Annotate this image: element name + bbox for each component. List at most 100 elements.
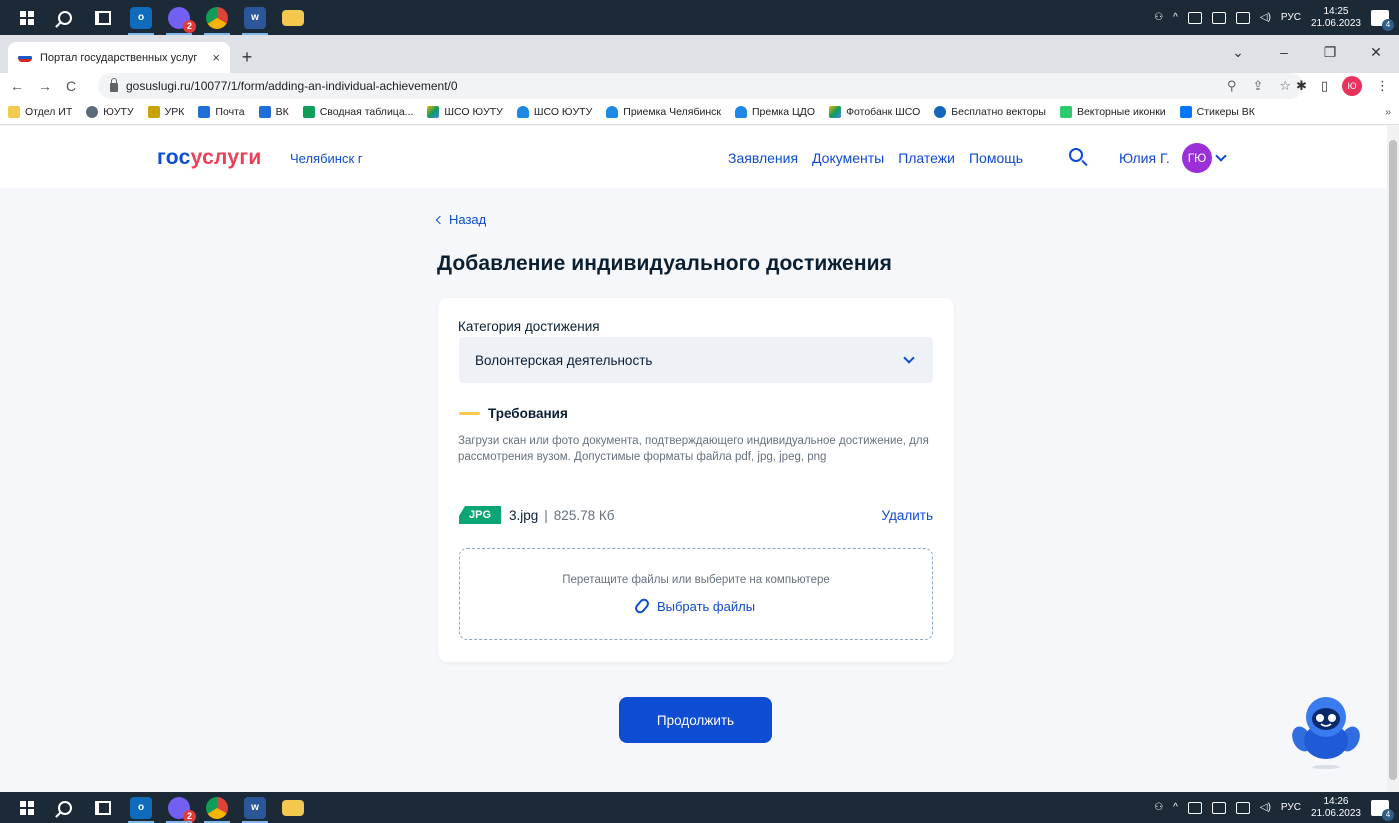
nav-documents[interactable]: Документы [812, 150, 884, 166]
browser-menu-icon[interactable]: ⋮ [1376, 78, 1389, 94]
taskbar-explorer[interactable] [274, 0, 312, 35]
bookmark-label: УРК [164, 105, 185, 118]
bookmarks-more-button[interactable]: » [1385, 106, 1391, 118]
bookmark-label: ЮУТУ [103, 105, 134, 118]
delete-file-link[interactable]: Удалить [881, 508, 933, 523]
requirements-accent-line [459, 412, 480, 415]
nav-payments[interactable]: Платежи [898, 150, 955, 166]
bookmark-item[interactable]: ВК [258, 105, 289, 118]
clock[interactable]: 14:26 21.06.2023 [1311, 796, 1361, 820]
bookmark-item[interactable]: Отдел ИТ [8, 105, 72, 118]
tab-search-icon[interactable]: ⌄ [1215, 44, 1261, 61]
close-window-button[interactable]: ✕ [1353, 44, 1399, 61]
mail-icon [198, 105, 211, 118]
notification-center-button[interactable]: 4 [1371, 9, 1394, 31]
bookmark-item[interactable]: Приемка Челябинск [606, 105, 721, 118]
reload-icon[interactable]: C [66, 78, 76, 94]
bookmark-item[interactable]: Фотобанк ШСО [829, 105, 920, 118]
taskbar-chrome[interactable] [198, 0, 236, 35]
chevron-down-icon[interactable] [1215, 150, 1227, 162]
bookmark-item[interactable]: Премка ЦДО [734, 105, 815, 118]
clock-time: 14:26 [1323, 795, 1349, 807]
language-indicator[interactable]: РУС [1281, 802, 1301, 813]
start-button[interactable] [8, 792, 46, 823]
start-button[interactable] [8, 0, 46, 35]
bookmark-item[interactable]: Почта [198, 105, 245, 118]
volume-icon[interactable]: ◁) [1260, 12, 1271, 23]
bookmark-item[interactable]: Векторные иконки [1059, 105, 1166, 118]
assistant-robot-icon[interactable] [1290, 691, 1362, 771]
taskbar-outlook[interactable]: o [122, 0, 160, 35]
tab-close-button[interactable]: × [212, 50, 220, 65]
taskbar-word[interactable]: w [236, 0, 274, 35]
city-selector[interactable]: Челябинск г [290, 151, 363, 166]
nav-applications[interactable]: Заявления [728, 150, 798, 166]
user-name[interactable]: Юлия Г. [1119, 150, 1170, 166]
new-tab-button[interactable]: + [234, 44, 260, 70]
network-icon[interactable] [1211, 11, 1226, 24]
taskbar-explorer[interactable] [274, 792, 312, 823]
taskbar-outlook[interactable]: o [122, 792, 160, 823]
back-link[interactable]: Назад [435, 212, 487, 227]
bookmark-star-icon[interactable]: ☆ [1279, 78, 1291, 94]
clock-date: 21.06.2023 [1310, 17, 1361, 29]
gosuslugi-logo[interactable]: госуслуги [157, 146, 262, 170]
address-bar[interactable]: gosuslugi.ru/10077/1/form/adding-an-indi… [98, 73, 1303, 99]
extensions-icon[interactable]: ✱ [1296, 78, 1307, 94]
tray-chevron-icon[interactable]: ^ [1173, 802, 1178, 813]
word-icon: w [244, 796, 266, 819]
bookmark-item[interactable]: Бесплатно векторы [934, 105, 1046, 118]
file-dropzone[interactable]: Перетащите файлы или выберите на компьют… [459, 548, 933, 640]
windows-icon [20, 10, 34, 25]
clock[interactable]: 14:25 21.06.2023 [1311, 6, 1361, 30]
jpg-file-icon: JPG [459, 506, 501, 524]
tray-app-icon[interactable] [1187, 11, 1202, 24]
bookmark-item[interactable]: ЮУТУ [86, 105, 134, 118]
share-icon[interactable]: ⇪ [1252, 78, 1263, 94]
task-view-button[interactable] [84, 792, 122, 823]
page-scrollbar[interactable] [1387, 126, 1399, 792]
profile-avatar[interactable]: Ю [1342, 76, 1362, 96]
tray-chevron-icon[interactable]: ^ [1173, 12, 1178, 23]
side-panel-icon[interactable]: ▯ [1321, 78, 1328, 94]
taskbar-viber[interactable]: 2 [160, 792, 198, 823]
bookmark-item[interactable]: ШСО ЮУТУ [427, 105, 503, 118]
back-label: Назад [449, 212, 487, 227]
bookmark-item[interactable]: Стикеры ВК [1179, 105, 1255, 118]
nav-help[interactable]: Помощь [969, 150, 1023, 166]
windows-taskbar-bottom: o 2 w ⚇ ^ ◁) РУС 14:26 21.06.2023 4 [0, 792, 1399, 823]
scrollbar-thumb[interactable] [1389, 140, 1397, 780]
choose-files-button[interactable]: Выбрать файлы [460, 596, 932, 616]
minimize-button[interactable]: – [1261, 44, 1307, 60]
taskbar-viber[interactable]: 2 [160, 0, 198, 35]
continue-button[interactable]: Продолжить [619, 697, 772, 743]
network-icon[interactable] [1211, 801, 1226, 814]
taskbar-chrome[interactable] [198, 792, 236, 823]
lock-icon[interactable] [110, 78, 118, 92]
avatar[interactable]: ГЮ [1182, 143, 1212, 173]
notification-center-button[interactable]: 4 [1371, 799, 1394, 821]
language-indicator[interactable]: РУС [1281, 12, 1301, 23]
search-icon[interactable] [1069, 148, 1083, 162]
back-arrow-icon[interactable]: ← [10, 78, 24, 94]
restore-button[interactable]: ❐ [1307, 44, 1353, 61]
bookmark-item[interactable]: ШСО ЮУТУ [516, 105, 592, 118]
taskbar-search-button[interactable] [46, 792, 84, 823]
category-select[interactable]: Волонтерская деятельность [459, 337, 933, 383]
bookmark-item[interactable]: Сводная таблица... [302, 105, 413, 118]
bookmark-item[interactable]: УРК [147, 105, 185, 118]
volume-icon[interactable]: ◁) [1260, 802, 1271, 813]
people-icon[interactable]: ⚇ [1154, 802, 1163, 813]
word-icon: w [244, 6, 266, 29]
people-icon[interactable]: ⚇ [1154, 12, 1163, 23]
taskbar-word[interactable]: w [236, 792, 274, 823]
display-icon[interactable] [1235, 11, 1250, 24]
taskbar-search-button[interactable] [46, 0, 84, 35]
task-view-button[interactable] [84, 0, 122, 35]
notification-count: 4 [1382, 18, 1394, 31]
display-icon[interactable] [1235, 801, 1250, 814]
tray-app-icon[interactable] [1187, 801, 1202, 814]
forward-arrow-icon[interactable]: → [38, 78, 52, 94]
zoom-icon[interactable]: ⚲ [1227, 78, 1237, 94]
browser-tab[interactable]: Портал государственных услуг × [8, 42, 230, 73]
